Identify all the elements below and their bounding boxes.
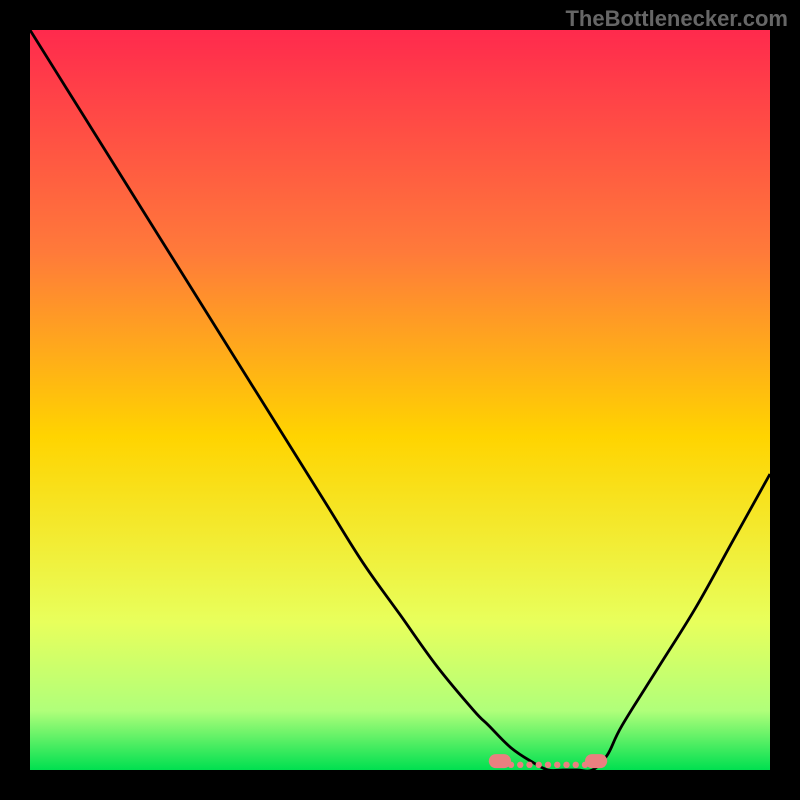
highlight-segment [585,754,607,768]
dot-marker [517,762,523,768]
gradient-background [30,30,770,770]
dot-marker [536,762,542,768]
dot-marker [582,762,588,768]
dot-marker [508,762,514,768]
dotted-region [508,762,588,768]
dot-marker [526,762,532,768]
chart-area [30,30,770,770]
dot-marker [563,762,569,768]
chart-svg [30,30,770,770]
highlight-segment [489,754,511,768]
watermark-text: TheBottlenecker.com [565,6,788,32]
dot-marker [573,762,579,768]
dot-marker [554,762,560,768]
dot-marker [545,762,551,768]
